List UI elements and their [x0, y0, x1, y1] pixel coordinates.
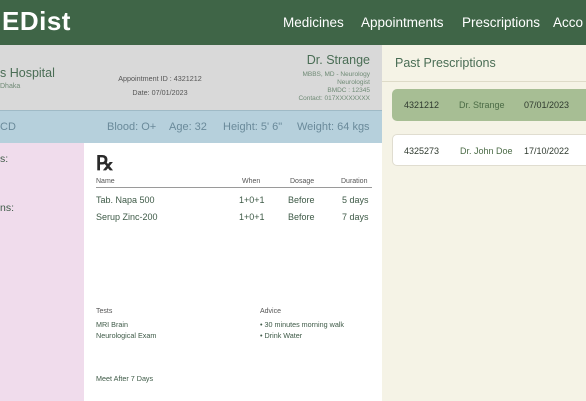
card-id: 4321212: [404, 100, 440, 110]
card-date: 17/10/2022: [524, 146, 570, 156]
patient-partial-text: CD: [0, 121, 16, 133]
tests-label: Tests: [96, 308, 113, 315]
medicine-dosage: Before: [288, 195, 315, 205]
prescription-header: s Hospital Dhaka Appointment ID : 432121…: [0, 45, 382, 110]
advice-item: • 30 minutes morning walk: [260, 320, 345, 329]
prescription-panel: s Hospital Dhaka Appointment ID : 432121…: [0, 45, 382, 401]
medicine-when: 1+0+1: [239, 195, 265, 205]
patient-height: Height: 5' 6": [223, 121, 283, 133]
past-divider: [382, 81, 586, 82]
test-item: MRI Brain: [96, 320, 128, 329]
doctor-degree: MBBS, MD - Neurology: [302, 71, 370, 78]
past-prescriptions-panel: Past Prescriptions 4321212 Dr. Strange 0…: [382, 45, 586, 401]
rx-icon: ℞: [96, 151, 114, 175]
symptoms-label: s:: [0, 153, 9, 165]
doctor-bmdc: BMDC : 12345: [327, 87, 370, 94]
medicine-dosage: Before: [288, 212, 315, 222]
diagnosis-sidebar: s: ns:: [0, 143, 84, 401]
medicine-name: Tab. Napa 500: [96, 195, 155, 205]
app-logo[interactable]: EDist: [2, 6, 71, 37]
advice-label: Advice: [260, 308, 282, 315]
nav-prescriptions[interactable]: Prescriptions: [462, 15, 540, 30]
col-when-header: When: [242, 178, 261, 185]
patient-weight: Weight: 64 kgs: [297, 121, 370, 133]
nav-medicines[interactable]: Medicines: [283, 15, 344, 30]
blood-group: Blood: O+: [107, 121, 157, 133]
diagnosis-label: ns:: [0, 202, 15, 214]
appointment-id: Appointment ID : 4321212: [118, 74, 202, 83]
medicine-when: 1+0+1: [239, 212, 265, 222]
appointment-date: Date: 07/01/2023: [132, 88, 188, 97]
table-divider: [96, 187, 372, 188]
card-doctor: Dr. John Doe: [460, 146, 513, 156]
past-prescription-card-selected[interactable]: 4321212 Dr. Strange 07/01/2023: [392, 89, 586, 121]
nav-account[interactable]: Acco: [553, 15, 583, 30]
col-name-header: Name: [96, 178, 115, 185]
past-prescriptions-title: Past Prescriptions: [395, 56, 496, 70]
medicine-duration: 5 days: [342, 195, 369, 205]
doctor-contact: Contact: 017XXXXXXXX: [298, 95, 370, 102]
medicine-duration: 7 days: [342, 212, 369, 222]
card-date: 07/01/2023: [524, 100, 570, 110]
hospital-location: Dhaka: [0, 83, 21, 90]
patient-vitals-bar: CD Blood: O+ Age: 32 Height: 5' 6" Weigh…: [0, 110, 382, 143]
followup-note: Meet After 7 Days: [96, 374, 154, 383]
past-prescription-card[interactable]: 4325273 Dr. John Doe 17/10/2022: [392, 134, 586, 166]
patient-age: Age: 32: [169, 121, 207, 133]
medicine-name: Serup Zinc-200: [96, 212, 158, 222]
hospital-name: s Hospital: [0, 66, 55, 80]
prescription-body: ℞ Name When Dosage Duration Tab. Napa 50…: [84, 143, 382, 401]
card-id: 4325273: [404, 146, 440, 156]
card-doctor: Dr. Strange: [459, 100, 505, 110]
test-item: Neurological Exam: [96, 331, 157, 340]
doctor-specialty: Neurologist: [337, 79, 370, 86]
doctor-name: Dr. Strange: [306, 53, 370, 67]
top-nav-bar: EDist Medicines Appointments Prescriptio…: [0, 0, 586, 45]
advice-item: • Drink Water: [260, 331, 303, 340]
col-duration-header: Duration: [341, 178, 368, 185]
nav-appointments[interactable]: Appointments: [361, 15, 444, 30]
col-dosage-header: Dosage: [290, 178, 315, 185]
